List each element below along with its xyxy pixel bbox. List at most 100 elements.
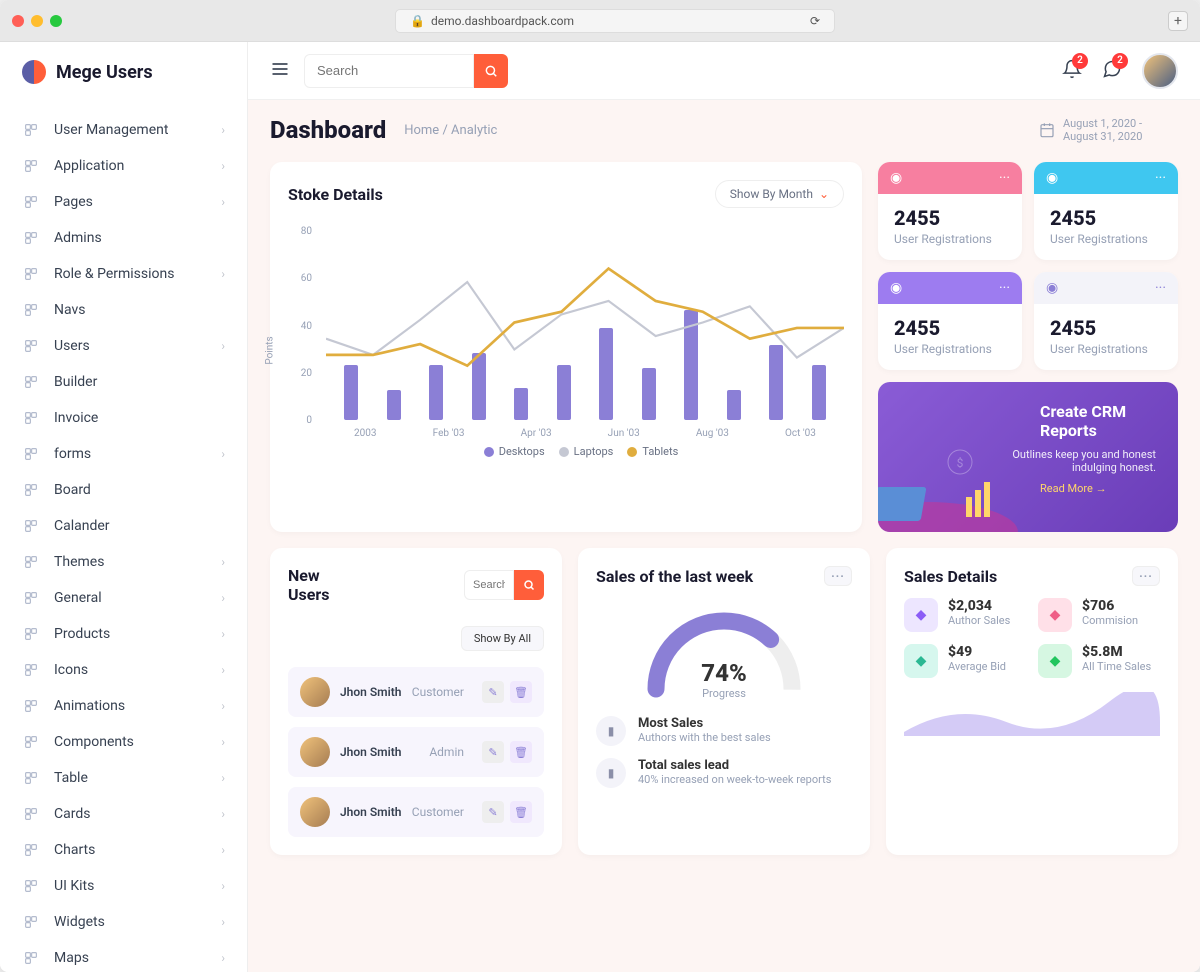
- address-bar[interactable]: 🔒demo.dashboardpack.com ⟳: [395, 9, 835, 33]
- browser-titlebar: 🔒demo.dashboardpack.com ⟳ +: [0, 0, 1200, 42]
- stat-menu[interactable]: ···: [999, 280, 1010, 296]
- minimize-dot-icon[interactable]: [31, 15, 43, 27]
- date-range-picker[interactable]: August 1, 2020 - August 31, 2020: [1039, 117, 1178, 143]
- sidebar-menu: User Management›Application›Pages›Admins…: [0, 102, 247, 972]
- user-name: Jhon Smith: [340, 805, 401, 819]
- new-tab-button[interactable]: +: [1168, 11, 1188, 31]
- delete-icon[interactable]: 🗑: [510, 741, 532, 763]
- edit-icon[interactable]: ✎: [482, 681, 504, 703]
- sidebar-item-animations[interactable]: Animations›: [0, 688, 247, 724]
- user-avatar[interactable]: [1142, 53, 1178, 89]
- stat-card[interactable]: ◉···2455User Registrations: [878, 272, 1022, 370]
- menu-icon: [22, 877, 40, 895]
- stat-label: User Registrations: [894, 342, 1006, 356]
- sidebar-item-user-management[interactable]: User Management›: [0, 112, 247, 148]
- edit-icon[interactable]: ✎: [482, 741, 504, 763]
- sidebar-item-role-permissions[interactable]: Role & Permissions›: [0, 256, 247, 292]
- messages-button[interactable]: 2: [1102, 59, 1122, 83]
- user-row[interactable]: Jhon SmithCustomer✎🗑: [288, 787, 544, 837]
- reload-icon[interactable]: ⟳: [810, 14, 820, 28]
- stat-card[interactable]: ◉···2455User Registrations: [1034, 272, 1178, 370]
- close-dot-icon[interactable]: [12, 15, 24, 27]
- sidebar-item-calander[interactable]: Calander: [0, 508, 247, 544]
- search-input[interactable]: [304, 54, 474, 88]
- stat-label: User Registrations: [1050, 232, 1162, 246]
- menu-label: Board: [54, 482, 91, 498]
- user-row[interactable]: Jhon SmithCustomer✎🗑: [288, 667, 544, 717]
- sales-week-title: Sales of the last week: [596, 567, 753, 586]
- maximize-dot-icon[interactable]: [50, 15, 62, 27]
- chevron-right-icon: ›: [221, 807, 225, 821]
- sidebar-item-themes[interactable]: Themes›: [0, 544, 247, 580]
- info-icon: ▮: [596, 716, 626, 746]
- sidebar-item-application[interactable]: Application›: [0, 148, 247, 184]
- stat-card[interactable]: ◉···2455User Registrations: [1034, 162, 1178, 260]
- sidebar-item-forms[interactable]: forms›: [0, 436, 247, 472]
- logo[interactable]: Mege Users: [0, 42, 247, 102]
- sidebar-item-table[interactable]: Table›: [0, 760, 247, 796]
- sidebar-item-products[interactable]: Products›: [0, 616, 247, 652]
- crm-read-more-link[interactable]: Read More →: [1040, 482, 1156, 495]
- new-users-search-button[interactable]: [514, 570, 544, 600]
- delete-icon[interactable]: 🗑: [510, 801, 532, 823]
- sidebar-item-icons[interactable]: Icons›: [0, 652, 247, 688]
- sales-week-menu[interactable]: ···: [824, 566, 852, 586]
- menu-icon: [22, 301, 40, 319]
- menu-icon: [22, 157, 40, 175]
- sales-item-label: Commision: [1082, 614, 1138, 627]
- sidebar-item-cards[interactable]: Cards›: [0, 796, 247, 832]
- menu-icon: [22, 661, 40, 679]
- crm-reports-card[interactable]: $ Create CRM Reports Outlines keep you a…: [878, 382, 1178, 532]
- user-row[interactable]: Jhon SmithAdmin✎🗑: [288, 727, 544, 777]
- show-by-dropdown[interactable]: Show By Month ⌄: [715, 180, 844, 208]
- breadcrumb-home[interactable]: Home: [404, 123, 439, 138]
- sidebar-item-maps[interactable]: Maps›: [0, 940, 247, 972]
- sales-item-icon: ◆: [1038, 644, 1072, 678]
- menu-label: Builder: [54, 374, 97, 390]
- info-sub: 40% increased on week-to-week reports: [638, 773, 831, 786]
- menu-toggle-button[interactable]: [270, 59, 290, 83]
- sidebar-item-users[interactable]: Users›: [0, 328, 247, 364]
- sidebar-item-board[interactable]: Board: [0, 472, 247, 508]
- stat-menu[interactable]: ···: [999, 170, 1010, 186]
- menu-icon: [22, 337, 40, 355]
- sidebar-item-charts[interactable]: Charts›: [0, 832, 247, 868]
- sidebar-item-components[interactable]: Components›: [0, 724, 247, 760]
- stat-icon: ◉: [1046, 170, 1058, 186]
- sidebar-item-navs[interactable]: Navs: [0, 292, 247, 328]
- stat-menu[interactable]: ···: [1155, 280, 1166, 296]
- sidebar-item-builder[interactable]: Builder: [0, 364, 247, 400]
- menu-icon: [22, 625, 40, 643]
- menu-label: Components: [54, 734, 134, 750]
- delete-icon[interactable]: 🗑: [510, 681, 532, 703]
- sales-item-value: $706: [1082, 598, 1138, 614]
- sidebar-item-pages[interactable]: Pages›: [0, 184, 247, 220]
- menu-label: Calander: [54, 518, 110, 534]
- sidebar-item-general[interactable]: General›: [0, 580, 247, 616]
- menu-icon: [22, 121, 40, 139]
- sales-item-label: All Time Sales: [1082, 660, 1151, 673]
- menu-icon: [22, 193, 40, 211]
- sidebar-item-admins[interactable]: Admins: [0, 220, 247, 256]
- menu-label: Table: [54, 770, 88, 786]
- app-name: Mege Users: [56, 62, 153, 83]
- stat-card[interactable]: ◉···2455User Registrations: [878, 162, 1022, 260]
- menu-icon: [22, 445, 40, 463]
- stoke-chart: Points 806040200 2003Feb '03Apr '03Jun '…: [288, 220, 844, 470]
- new-users-search-input[interactable]: [464, 570, 514, 600]
- edit-icon[interactable]: ✎: [482, 801, 504, 823]
- sales-details-menu[interactable]: ···: [1132, 566, 1160, 586]
- chevron-right-icon: ›: [221, 843, 225, 857]
- sidebar-item-widgets[interactable]: Widgets›: [0, 904, 247, 940]
- new-users-showby[interactable]: Show By All: [461, 626, 544, 651]
- logo-mark-icon: [22, 60, 46, 84]
- sidebar-item-invoice[interactable]: Invoice: [0, 400, 247, 436]
- stat-menu[interactable]: ···: [1155, 170, 1166, 186]
- sales-item-value: $49: [948, 644, 1006, 660]
- menu-label: Pages: [54, 194, 93, 210]
- sidebar-item-ui-kits[interactable]: UI Kits›: [0, 868, 247, 904]
- notifications-button[interactable]: 2: [1062, 59, 1082, 83]
- crm-title: Create CRM Reports: [1040, 402, 1156, 440]
- chat-badge: 2: [1112, 53, 1128, 69]
- search-button[interactable]: [474, 54, 508, 88]
